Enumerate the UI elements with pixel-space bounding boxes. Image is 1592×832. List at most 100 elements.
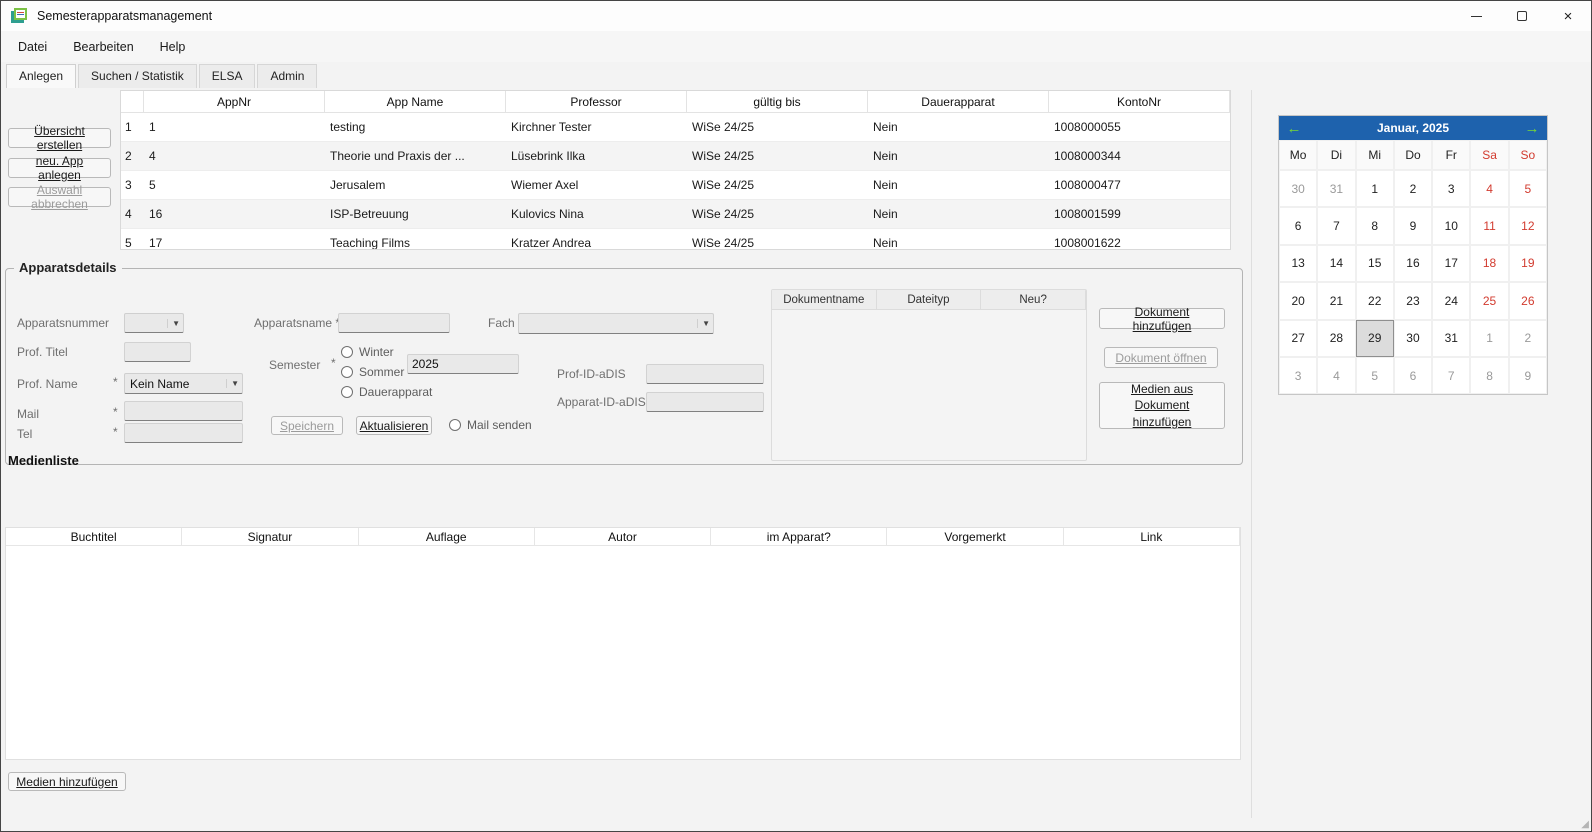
calendar-day[interactable]: 19: [1509, 245, 1547, 282]
calendar-day[interactable]: 22: [1356, 282, 1394, 319]
calendar-day[interactable]: 17: [1432, 245, 1470, 282]
minimize-button[interactable]: [1453, 1, 1499, 31]
column-header-signatur[interactable]: Signatur: [182, 528, 358, 545]
calendar-day[interactable]: 5: [1356, 357, 1394, 394]
prof-name-dropdown[interactable]: Kein Name ▼: [124, 373, 243, 394]
column-header-im-apparat[interactable]: im Apparat?: [711, 528, 887, 545]
tab-admin[interactable]: Admin: [257, 64, 317, 88]
add-document-button[interactable]: Dokument hinzufügen: [1099, 308, 1225, 329]
column-header-buchtitel[interactable]: Buchtitel: [6, 528, 182, 545]
cancel-selection-button[interactable]: Auswahl abbrechen: [8, 187, 111, 207]
calendar-day[interactable]: 21: [1317, 282, 1355, 319]
calendar-day[interactable]: 26: [1509, 282, 1547, 319]
calendar-day[interactable]: 16: [1394, 245, 1432, 282]
calendar-day[interactable]: 4: [1470, 170, 1508, 207]
calendar-prev-icon[interactable]: ←: [1285, 121, 1303, 136]
table-row[interactable]: 11testingKirchner TesterWiSe 24/25Nein10…: [121, 113, 1230, 142]
column-header-link[interactable]: Link: [1064, 528, 1240, 545]
calendar-day[interactable]: 8: [1470, 357, 1508, 394]
sommer-radio[interactable]: Sommer: [341, 365, 404, 379]
calendar-day[interactable]: 2: [1509, 320, 1547, 357]
calendar-day[interactable]: 15: [1356, 245, 1394, 282]
tab-anlegen[interactable]: Anlegen: [6, 64, 76, 88]
split-divider[interactable]: [1251, 90, 1252, 818]
resize-grip[interactable]: ◢: [1581, 819, 1589, 830]
calendar-next-icon[interactable]: →: [1523, 121, 1541, 136]
calendar-day[interactable]: 30: [1394, 320, 1432, 357]
calendar-day[interactable]: 28: [1317, 320, 1355, 357]
calendar-day[interactable]: 2: [1394, 170, 1432, 207]
column-header-vorgemerkt[interactable]: Vorgemerkt: [887, 528, 1063, 545]
calendar-day[interactable]: 11: [1470, 207, 1508, 244]
calendar-day[interactable]: 10: [1432, 207, 1470, 244]
mail-senden-checkbox[interactable]: Mail senden: [449, 418, 532, 432]
maximize-button[interactable]: [1499, 1, 1545, 31]
table-row[interactable]: 517Teaching FilmsKratzer AndreaWiSe 24/2…: [121, 229, 1230, 250]
save-button[interactable]: Speichern: [271, 416, 343, 435]
column-header-gueltig-bis[interactable]: gültig bis: [687, 91, 868, 112]
winter-radio[interactable]: Winter: [341, 345, 394, 359]
tab-elsa[interactable]: ELSA: [199, 64, 256, 88]
calendar-day[interactable]: 14: [1317, 245, 1355, 282]
menu-bearbeiten[interactable]: Bearbeiten: [60, 35, 146, 59]
calendar-day[interactable]: 6: [1394, 357, 1432, 394]
calendar-day[interactable]: 7: [1317, 207, 1355, 244]
menu-help[interactable]: Help: [147, 35, 199, 59]
calendar-day[interactable]: 7: [1432, 357, 1470, 394]
column-header-dateityp[interactable]: Dateityp: [877, 290, 982, 309]
add-media-button[interactable]: Medien hinzufügen: [8, 772, 126, 791]
calendar-day[interactable]: 1: [1356, 170, 1394, 207]
column-header-auflage[interactable]: Auflage: [359, 528, 535, 545]
column-header-autor[interactable]: Autor: [535, 528, 711, 545]
table-row[interactable]: 24Theorie und Praxis der ...Lüsebrink Il…: [121, 142, 1230, 171]
calendar-day[interactable]: 18: [1470, 245, 1508, 282]
fach-dropdown[interactable]: ▼: [518, 313, 714, 334]
create-overview-button[interactable]: Übersicht erstellen: [8, 128, 111, 148]
column-header-kontonr[interactable]: KontoNr: [1049, 91, 1230, 112]
calendar-day[interactable]: 9: [1394, 207, 1432, 244]
mail-field[interactable]: [124, 401, 243, 421]
calendar-day[interactable]: 20: [1279, 282, 1317, 319]
update-button[interactable]: Aktualisieren: [356, 416, 432, 435]
column-header-dauerapparat[interactable]: Dauerapparat: [868, 91, 1049, 112]
column-header-appnr[interactable]: AppNr: [144, 91, 325, 112]
column-header-neu[interactable]: Neu?: [981, 290, 1086, 309]
calendar-day[interactable]: 27: [1279, 320, 1317, 357]
close-button[interactable]: ×: [1545, 1, 1591, 31]
table-row[interactable]: 416ISP-BetreuungKulovics NinaWiSe 24/25N…: [121, 200, 1230, 229]
calendar-day[interactable]: 13: [1279, 245, 1317, 282]
calendar-day[interactable]: 4: [1317, 357, 1355, 394]
calendar-day[interactable]: 8: [1356, 207, 1394, 244]
column-header-dokumentname[interactable]: Dokumentname: [772, 290, 877, 309]
media-from-document-button[interactable]: Medien aus Dokument hinzufügen: [1099, 382, 1225, 429]
calendar-day[interactable]: 3: [1279, 357, 1317, 394]
column-header-app-name[interactable]: App Name: [325, 91, 506, 112]
calendar-day[interactable]: 1: [1470, 320, 1508, 357]
apparatsname-field[interactable]: [338, 313, 450, 333]
semester-year-field[interactable]: [407, 354, 519, 374]
apparatsnummer-dropdown[interactable]: ▼: [124, 313, 184, 333]
calendar-day[interactable]: 5: [1509, 170, 1547, 207]
table-row[interactable]: 35JerusalemWiemer AxelWiSe 24/25Nein1008…: [121, 171, 1230, 200]
calendar-day-selected[interactable]: 29: [1356, 320, 1394, 357]
prof-id-adis-field[interactable]: [646, 364, 764, 384]
calendar-day[interactable]: 24: [1432, 282, 1470, 319]
calendar-day[interactable]: 6: [1279, 207, 1317, 244]
calendar-day[interactable]: 31: [1317, 170, 1355, 207]
tab-suchen-statistik[interactable]: Suchen / Statistik: [78, 64, 197, 88]
dauerapparat-radio[interactable]: Dauerapparat: [341, 385, 432, 399]
menu-datei[interactable]: Datei: [5, 35, 60, 59]
tel-field[interactable]: [124, 423, 243, 443]
calendar-day[interactable]: 30: [1279, 170, 1317, 207]
calendar-day[interactable]: 31: [1432, 320, 1470, 357]
prof-titel-field[interactable]: [124, 342, 191, 362]
open-document-button[interactable]: Dokument öffnen: [1104, 347, 1218, 368]
calendar-day[interactable]: 23: [1394, 282, 1432, 319]
new-app-button[interactable]: neu. App anlegen: [8, 158, 111, 178]
calendar-day[interactable]: 3: [1432, 170, 1470, 207]
calendar-day[interactable]: 9: [1509, 357, 1547, 394]
calendar-day[interactable]: 25: [1470, 282, 1508, 319]
column-header-professor[interactable]: Professor: [506, 91, 687, 112]
calendar-day[interactable]: 12: [1509, 207, 1547, 244]
apparat-id-adis-field[interactable]: [646, 392, 764, 412]
